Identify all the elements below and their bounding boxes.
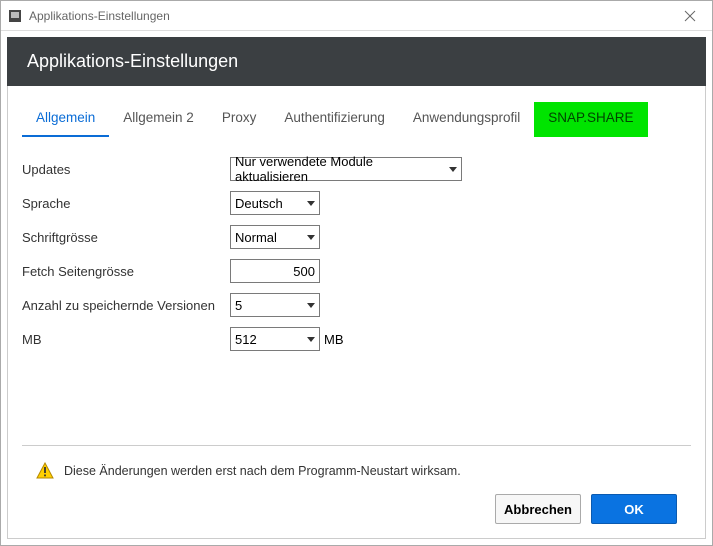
- close-icon: [684, 10, 696, 22]
- form-area: Updates Nur verwendete Module aktualisie…: [8, 139, 705, 538]
- tab-label: Allgemein 2: [123, 110, 194, 125]
- chevron-down-icon: [307, 337, 315, 342]
- fontsize-value: Normal: [235, 230, 277, 245]
- chevron-down-icon: [307, 303, 315, 308]
- tab-label: Authentifizierung: [284, 110, 385, 125]
- chevron-down-icon: [307, 235, 315, 240]
- tab-bar: Allgemein Allgemein 2 Proxy Authentifizi…: [8, 86, 705, 139]
- label-fontsize: Schriftgrösse: [22, 230, 230, 245]
- window-close-button[interactable]: [668, 1, 712, 31]
- tab-allgemein[interactable]: Allgemein: [22, 102, 109, 137]
- notice-text: Diese Änderungen werden erst nach dem Pr…: [64, 464, 461, 478]
- footer: Abbrechen OK: [22, 480, 691, 538]
- fetch-page-size-input[interactable]: [230, 259, 320, 283]
- mb-value: 512: [235, 332, 257, 347]
- label-language: Sprache: [22, 196, 230, 211]
- warning-icon: [36, 462, 54, 480]
- mb-select[interactable]: 512: [230, 327, 320, 351]
- divider: [22, 445, 691, 446]
- updates-value: Nur verwendete Module aktualisieren: [235, 154, 443, 184]
- fetch-page-size-field[interactable]: [235, 264, 315, 279]
- language-select[interactable]: Deutsch: [230, 191, 320, 215]
- mb-suffix: MB: [324, 332, 344, 347]
- updates-select[interactable]: Nur verwendete Module aktualisieren: [230, 157, 462, 181]
- cancel-button[interactable]: Abbrechen: [495, 494, 581, 524]
- restart-notice: Diese Änderungen werden erst nach dem Pr…: [22, 456, 691, 480]
- tab-label: Allgemein: [36, 110, 95, 125]
- chevron-down-icon: [449, 167, 457, 172]
- tab-auth[interactable]: Authentifizierung: [270, 102, 399, 137]
- versions-value: 5: [235, 298, 242, 313]
- ok-button[interactable]: OK: [591, 494, 677, 524]
- page-title: Applikations-Einstellungen: [27, 51, 238, 71]
- header-band: Applikations-Einstellungen: [7, 37, 706, 86]
- tab-label: Proxy: [222, 110, 257, 125]
- label-fetch-page-size: Fetch Seitengrösse: [22, 264, 230, 279]
- tab-label: SNAP.SHARE: [548, 110, 633, 125]
- tab-allgemein-2[interactable]: Allgemein 2: [109, 102, 208, 137]
- chevron-down-icon: [307, 201, 315, 206]
- fontsize-select[interactable]: Normal: [230, 225, 320, 249]
- tab-anwendungsprofil[interactable]: Anwendungsprofil: [399, 102, 534, 137]
- label-mb: MB: [22, 332, 230, 347]
- versions-select[interactable]: 5: [230, 293, 320, 317]
- language-value: Deutsch: [235, 196, 283, 211]
- tab-snapshare[interactable]: SNAP.SHARE: [534, 102, 647, 137]
- app-icon: [7, 8, 23, 24]
- label-versions: Anzahl zu speichernde Versionen: [22, 298, 230, 313]
- label-updates: Updates: [22, 162, 230, 177]
- window-title: Applikations-Einstellungen: [29, 9, 170, 23]
- titlebar: Applikations-Einstellungen: [1, 1, 712, 31]
- tab-proxy[interactable]: Proxy: [208, 102, 271, 137]
- tab-label: Anwendungsprofil: [413, 110, 520, 125]
- settings-window: Applikations-Einstellungen Applikations-…: [0, 0, 713, 546]
- content: Allgemein Allgemein 2 Proxy Authentifizi…: [7, 86, 706, 539]
